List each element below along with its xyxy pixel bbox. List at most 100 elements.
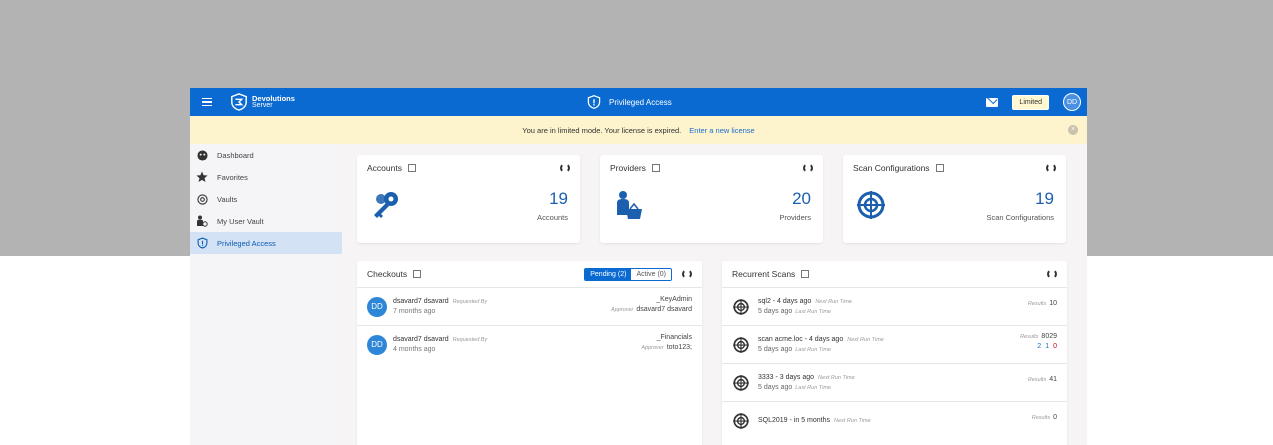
providers-label: Providers	[779, 213, 811, 222]
card-title: Checkouts	[367, 269, 408, 279]
providers-count: 20	[792, 189, 811, 208]
refresh-icon[interactable]	[803, 163, 813, 173]
scan-name: SQL2019 - in 5 months	[758, 417, 830, 424]
providers-card: Providers 20 Providers	[600, 155, 823, 243]
devolutions-logo-icon	[231, 93, 247, 111]
checkouts-card: Checkouts Pending (2) Active (0) DD dsav…	[357, 261, 702, 445]
count-blue-b: 1	[1045, 343, 1050, 350]
external-link-icon[interactable]	[651, 164, 660, 172]
tab-pending[interactable]: Pending (2)	[585, 268, 632, 280]
scan-last-run: 5 days ago	[758, 346, 793, 353]
scan-name: sql2 - 4 days ago	[758, 298, 812, 305]
approver-label: Approver	[611, 307, 634, 313]
scan-results: 0	[1053, 414, 1057, 421]
shield-icon	[587, 95, 601, 109]
list-item[interactable]: scan acme.loc - 4 days ago Next Run Time …	[722, 325, 1067, 363]
target-icon	[733, 336, 749, 353]
menu-icon[interactable]	[194, 88, 220, 116]
tab-active[interactable]: Active (0)	[631, 268, 671, 280]
sidebar-item-label: Dashboard	[217, 150, 254, 160]
target-icon	[857, 191, 885, 219]
list-item[interactable]: SQL2019 - in 5 months Next Run Time Resul…	[722, 401, 1067, 439]
sidebar-item-privileged-access[interactable]: Privileged Access	[190, 232, 342, 254]
sidebar-item-my-user-vault[interactable]: My User Vault	[190, 210, 342, 232]
results-label: Results	[1027, 377, 1047, 383]
scan-results: 8029	[1041, 333, 1057, 340]
requested-by-label: Requested By	[452, 299, 488, 305]
main-content: Accounts 19 Accounts Providers 20 Provid…	[342, 144, 1087, 445]
list-item[interactable]: DD dsavard7 dsavard Requested By 4 months…	[357, 325, 702, 363]
checkout-user: dsavard7 dsavard	[393, 336, 449, 343]
scan-name: scan acme.loc - 4 days ago	[758, 336, 844, 343]
star-icon	[196, 171, 208, 183]
checkout-approver: toto123;	[666, 344, 692, 351]
checkout-account: _Financials	[656, 334, 692, 341]
top-bar: Devolutions Server Privileged Access Lim…	[190, 88, 1087, 116]
checkout-time: 4 months ago	[393, 346, 436, 353]
scan-configurations-card: Scan Configurations 19 Scan Configuratio…	[843, 155, 1066, 243]
logo-line2: Server	[252, 102, 273, 109]
limited-button[interactable]: Limited	[1012, 94, 1049, 110]
refresh-icon[interactable]	[1047, 269, 1057, 279]
scan-configurations-label: Scan Configurations	[986, 213, 1054, 222]
page-title-text: Privileged Access	[609, 97, 672, 107]
last-run-label: Last Run Time	[795, 347, 831, 353]
card-title: Accounts	[367, 163, 402, 173]
sidebar-item-vaults[interactable]: Vaults	[190, 188, 342, 210]
requested-by-label: Requested By	[452, 337, 488, 343]
count-red: 0	[1053, 343, 1057, 350]
list-item[interactable]: sql2 - 4 days ago Next Run Time 5 days ag…	[722, 287, 1067, 325]
key-icon	[374, 192, 398, 218]
sidebar-item-dashboard[interactable]: Dashboard	[190, 144, 342, 166]
avatar: DD	[367, 334, 387, 355]
checkout-time: 7 months ago	[393, 308, 436, 315]
accounts-card: Accounts 19 Accounts	[357, 155, 580, 243]
scan-results: 10	[1049, 300, 1057, 307]
external-link-icon[interactable]	[801, 270, 810, 278]
provider-icon	[617, 191, 642, 219]
scan-last-run: 5 days ago	[758, 308, 793, 315]
approver-label: Approver	[641, 345, 664, 351]
sidebar-item-label: Favorites	[217, 172, 248, 182]
license-banner: You are in limited mode. Your license is…	[190, 116, 1087, 144]
refresh-icon[interactable]	[682, 269, 692, 279]
results-label: Results	[1020, 334, 1039, 340]
user-avatar[interactable]: DD	[1063, 93, 1081, 111]
vault-icon	[196, 193, 208, 205]
scan-name: 3333 - 3 days ago	[758, 374, 815, 381]
mail-icon[interactable]	[986, 97, 999, 107]
scan-results: 41	[1049, 376, 1057, 383]
accounts-label: Accounts	[537, 213, 568, 222]
card-title: Recurrent Scans	[732, 269, 796, 279]
refresh-icon[interactable]	[560, 163, 570, 173]
accounts-count: 19	[549, 189, 568, 208]
last-run-label: Last Run Time	[795, 309, 831, 315]
list-item[interactable]: 3333 - 3 days ago Next Run Time 5 days ag…	[722, 363, 1067, 401]
sidebar-item-label: My User Vault	[217, 216, 264, 226]
scan-configurations-count: 19	[1035, 189, 1054, 208]
enter-license-link[interactable]: Enter a new license	[689, 126, 754, 135]
user-vault-icon	[196, 215, 208, 227]
checkout-tabs: Pending (2) Active (0)	[584, 267, 672, 281]
external-link-icon[interactable]	[935, 164, 944, 172]
refresh-icon[interactable]	[1046, 163, 1056, 173]
close-icon[interactable]: ×	[1068, 125, 1078, 135]
checkout-user: dsavard7 dsavard	[393, 298, 449, 305]
next-run-label: Next Run Time	[834, 418, 871, 424]
next-run-label: Next Run Time	[815, 299, 852, 305]
target-icon	[733, 298, 749, 315]
scan-last-run: 5 days ago	[758, 384, 793, 391]
next-run-label: Next Run Time	[818, 375, 855, 381]
checkout-approver: dsavard7 dsavard	[636, 306, 692, 313]
logo[interactable]: Devolutions Server	[230, 93, 295, 111]
banner-message: You are in limited mode. Your license is…	[522, 125, 682, 135]
external-link-icon[interactable]	[413, 270, 422, 278]
sidebar-item-favorites[interactable]: Favorites	[190, 166, 342, 188]
last-run-label: Last Run Time	[795, 385, 831, 391]
list-item[interactable]: DD dsavard7 dsavard Requested By 7 months…	[357, 287, 702, 325]
external-link-icon[interactable]	[407, 164, 416, 172]
count-blue-a: 2	[1037, 343, 1042, 350]
shield-icon	[196, 237, 208, 249]
results-label: Results	[1031, 415, 1051, 421]
target-icon	[733, 374, 749, 391]
